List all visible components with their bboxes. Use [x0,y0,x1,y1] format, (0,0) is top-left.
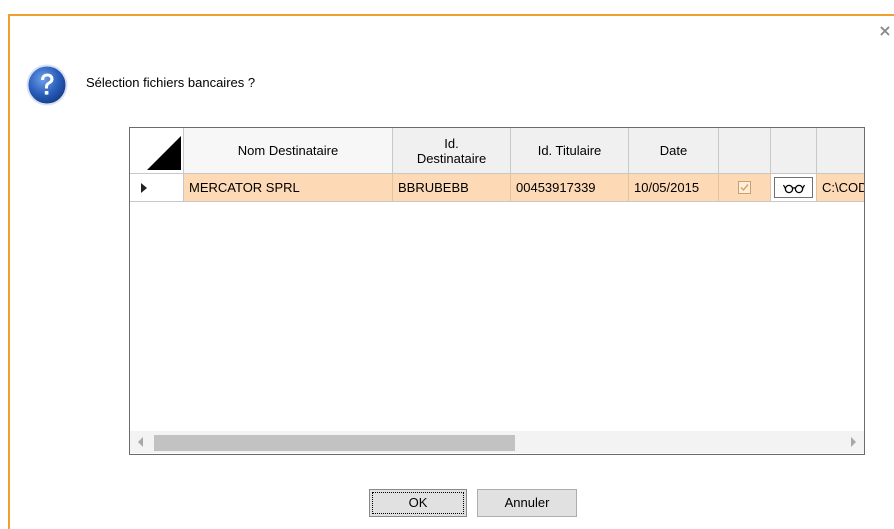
cell-nom-destinataire[interactable]: MERCATOR SPRL [184,174,393,201]
column-header-path[interactable] [817,128,864,174]
files-grid: Nom Destinataire Id. Destinataire Id. Ti… [129,127,865,455]
horizontal-scrollbar[interactable] [130,431,864,453]
window-border-top [8,14,894,16]
column-header-label: Id. Titulaire [537,143,602,158]
cell-id-titulaire[interactable]: 00453917339 [511,174,629,201]
scroll-right-icon[interactable] [851,437,856,447]
cell-selection [719,174,771,201]
glasses-icon [783,184,805,194]
selection-checkbox[interactable] [738,181,751,194]
column-header-label: Id. Destinataire [416,135,487,166]
table-row[interactable]: MERCATOR SPRL BBRUBEBB 00453917339 10/05… [130,174,864,202]
view-file-button[interactable] [774,177,813,198]
window-border-left [8,14,10,529]
focus-ring [372,492,464,514]
question-icon [26,64,68,106]
current-row-arrow-icon [141,183,147,193]
column-header-id-destinataire[interactable]: Id. Destinataire [393,128,511,174]
cancel-button[interactable]: Annuler [477,489,577,517]
column-header-id-titulaire[interactable]: Id. Titulaire [511,128,629,174]
cell-id-destinataire[interactable]: BBRUBEBB [393,174,511,201]
cell-view [771,174,817,201]
column-header-label: Date [659,143,688,158]
column-header-selection[interactable] [719,128,771,174]
column-header-label: Nom Destinataire [237,143,339,158]
scroll-left-icon[interactable] [138,437,143,447]
cell-date[interactable]: 10/05/2015 [629,174,719,201]
row-header[interactable] [130,174,184,201]
column-header-nom-destinataire[interactable]: Nom Destinataire [184,128,393,174]
select-all-corner[interactable] [130,128,184,174]
column-header-view[interactable] [771,128,817,174]
dialog-window: × Sélection fichiers bancaires ? Nom Des… [0,0,894,529]
scrollbar-thumb[interactable] [154,435,515,451]
close-icon[interactable]: × [876,22,894,40]
ok-button[interactable]: OK [369,489,467,517]
column-header-date[interactable]: Date [629,128,719,174]
cancel-button-label: Annuler [504,495,550,510]
cell-path[interactable]: C:\COD [817,174,864,201]
checkmark-icon [740,184,749,192]
dialog-prompt: Sélection fichiers bancaires ? [86,75,256,90]
